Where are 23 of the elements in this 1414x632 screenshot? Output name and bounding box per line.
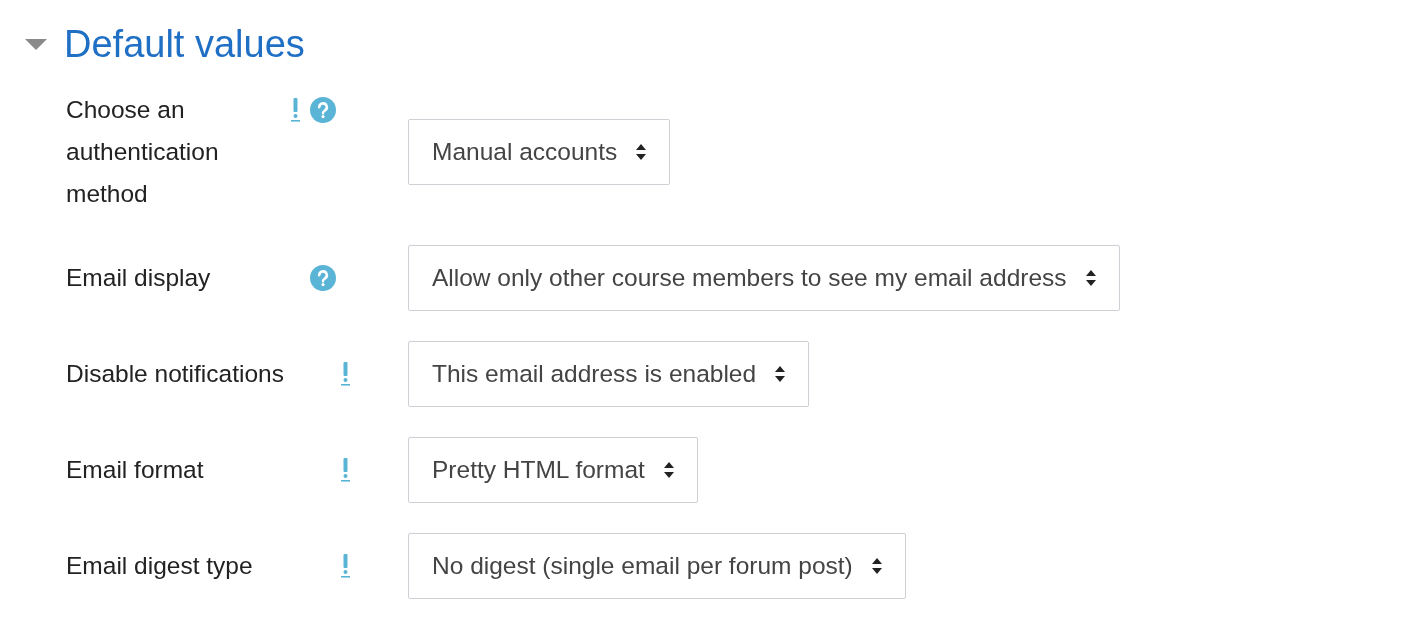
sort-arrows-icon <box>635 142 648 162</box>
sort-arrows-icon <box>870 556 883 576</box>
select-dropdown[interactable]: Pretty HTML format <box>408 437 698 503</box>
section-title[interactable]: Default values <box>64 18 305 70</box>
field-label: Choose an authentication method <box>66 95 220 209</box>
field-label: Email display <box>66 263 212 293</box>
help-icon[interactable] <box>310 97 336 123</box>
select-dropdown[interactable]: Manual accounts <box>408 119 671 185</box>
sort-arrows-icon <box>1084 268 1097 288</box>
select-dropdown[interactable]: No digest (single email per forum post) <box>408 533 906 599</box>
exclamation-icon <box>341 458 350 482</box>
exclamation-icon <box>341 362 350 386</box>
select-dropdown[interactable]: Allow only other course members to see my email address <box>408 245 1120 311</box>
sort-arrows-icon <box>774 364 787 384</box>
select-dropdown[interactable]: This email address is enabled <box>408 341 810 407</box>
field-label: Disable notifications <box>66 359 285 389</box>
exclamation-icon <box>341 554 350 578</box>
field-label: Email format <box>66 455 205 485</box>
sort-arrows-icon <box>662 460 675 480</box>
collapse-triangle-icon[interactable] <box>24 37 48 51</box>
field-label: Email digest type <box>66 551 254 581</box>
exclamation-icon <box>291 98 300 122</box>
help-icon[interactable] <box>310 265 336 291</box>
